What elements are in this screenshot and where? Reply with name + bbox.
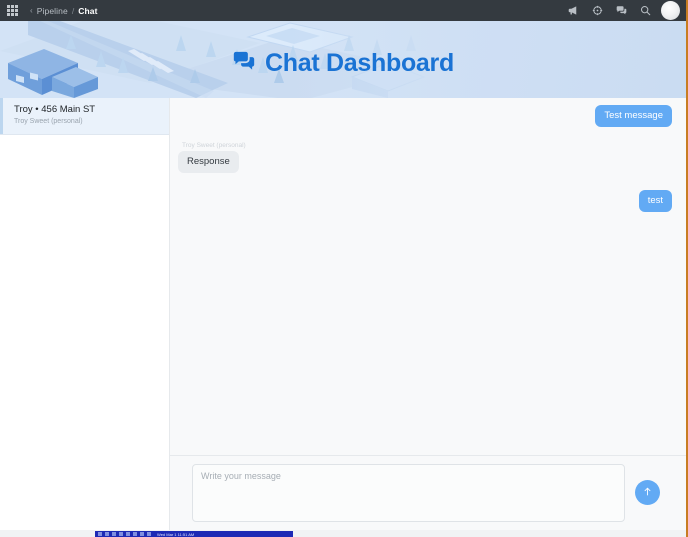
message-list[interactable]: Test message Troy Sweet (personal) Respo… [170, 98, 686, 455]
chat-bubbles-icon[interactable] [616, 5, 627, 16]
breadcrumb-back-icon[interactable]: ‹ [30, 6, 33, 15]
arrow-up-icon [642, 485, 653, 500]
search-icon[interactable] [640, 5, 651, 16]
breadcrumb: ‹ Pipeline / Chat [30, 6, 98, 16]
message-bubble-outgoing: test [638, 190, 672, 212]
taskbar-icon[interactable] [133, 532, 137, 536]
taskbar-icon[interactable] [140, 532, 144, 536]
taskbar-icon[interactable] [112, 532, 116, 536]
chat-bubbles-icon [232, 50, 256, 77]
topbar-icon-group [568, 5, 651, 16]
message-author: Troy Sweet (personal) [182, 142, 246, 149]
megaphone-icon[interactable] [568, 5, 579, 16]
main-body: Troy • 456 Main ST Troy Sweet (personal)… [0, 98, 686, 530]
conversation-subtitle: Troy Sweet (personal) [14, 118, 83, 125]
taskbar-icon[interactable] [126, 532, 130, 536]
taskbar-icon[interactable] [105, 532, 109, 536]
breadcrumb-separator: / [71, 5, 75, 16]
taskbar-icon[interactable] [119, 532, 123, 536]
message-row: Test message [178, 105, 672, 127]
message-row: test [178, 190, 672, 212]
breadcrumb-item-pipeline[interactable]: Pipeline [37, 6, 68, 16]
conversation-sidebar: Troy • 456 Main ST Troy Sweet (personal) [0, 98, 170, 530]
page-title: Chat Dashboard [0, 49, 686, 78]
os-taskbar[interactable]: Wed Mar 1 11:51 AM [95, 531, 293, 537]
grid-apps-icon[interactable] [7, 5, 18, 16]
chat-panel: Test message Troy Sweet (personal) Respo… [170, 98, 686, 530]
send-button[interactable] [635, 480, 660, 505]
browser-viewport: ‹ Pipeline / Chat Chat Dashboard Troy • … [0, 0, 688, 537]
hero-banner: Chat Dashboard [0, 21, 686, 98]
message-bubble-outgoing: Test message [595, 105, 672, 127]
conversation-title: Troy • 456 Main ST [14, 104, 96, 115]
taskbar-icon[interactable] [147, 532, 151, 536]
help-circle-icon[interactable] [592, 5, 603, 16]
taskbar-icon[interactable] [98, 532, 102, 536]
list-item[interactable]: Troy • 456 Main ST Troy Sweet (personal) [0, 98, 169, 135]
breadcrumb-item-chat: Chat [78, 5, 98, 16]
message-bubble-incoming: Response [178, 151, 239, 173]
page-title-text: Chat Dashboard [265, 49, 454, 77]
taskbar-clock: Wed Mar 1 11:51 AM [157, 531, 195, 537]
message-row: Troy Sweet (personal) Response [178, 141, 672, 173]
message-input[interactable] [192, 463, 625, 522]
top-navigation-bar: ‹ Pipeline / Chat [0, 0, 686, 21]
message-composer [170, 455, 686, 530]
avatar[interactable] [661, 1, 680, 20]
